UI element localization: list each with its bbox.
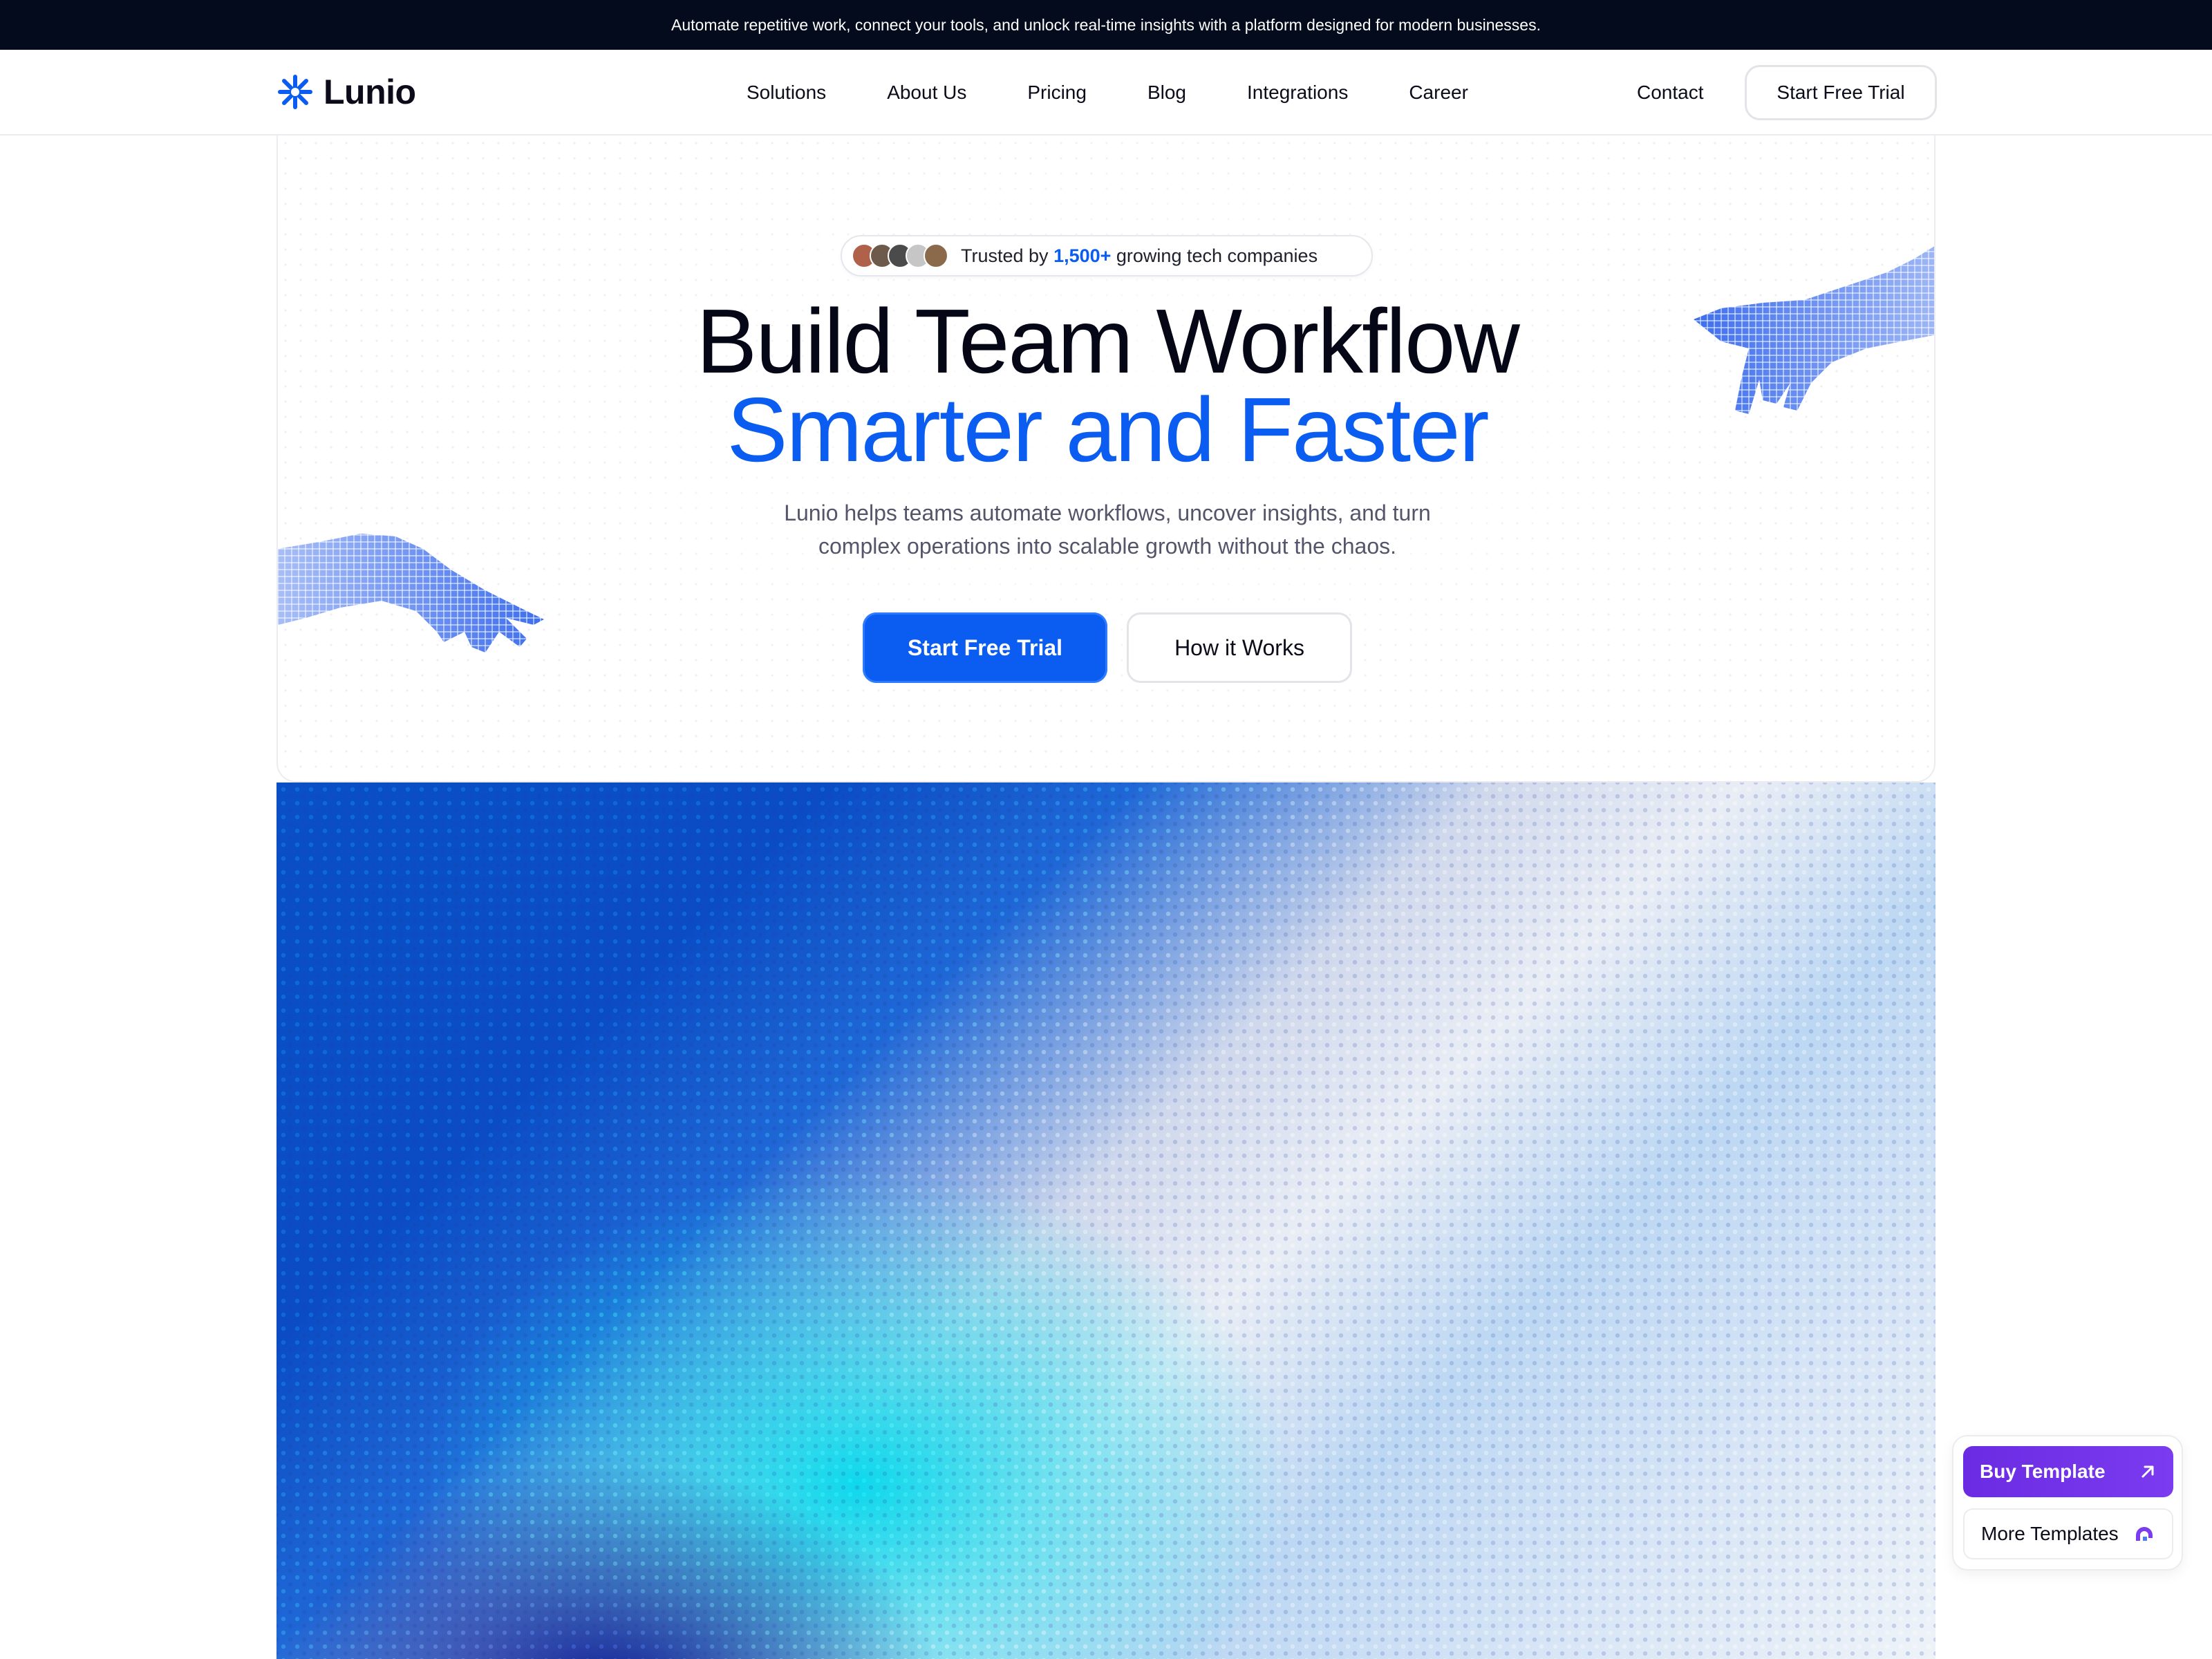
nav-integrations[interactable]: Integrations bbox=[1217, 82, 1378, 104]
start-free-trial-button[interactable]: Start Free Trial bbox=[863, 612, 1107, 683]
templates-logo-icon bbox=[2136, 1527, 2153, 1541]
nav-start-trial-button[interactable]: Start Free Trial bbox=[1745, 65, 1937, 120]
nav-solutions[interactable]: Solutions bbox=[716, 82, 856, 104]
buy-template-label: Buy Template bbox=[1980, 1461, 2106, 1482]
trusted-badge: Trusted by 1,500+ growing tech companies bbox=[841, 235, 1373, 276]
logo-star-icon bbox=[278, 75, 312, 109]
nav-career[interactable]: Career bbox=[1378, 82, 1499, 104]
more-templates-button[interactable]: More Templates bbox=[1963, 1508, 2173, 1559]
buy-template-button[interactable]: Buy Template bbox=[1963, 1446, 2173, 1497]
gradient-dot-highlight bbox=[276, 782, 1936, 1659]
template-widget: Buy Template More Templates bbox=[1952, 1435, 2183, 1571]
navbar: Lunio Solutions About Us Pricing Blog In… bbox=[0, 50, 2212, 135]
how-it-works-button[interactable]: How it Works bbox=[1127, 612, 1352, 683]
hero-title-line1: Build Team Workflow bbox=[696, 290, 1520, 392]
announcement-text: Automate repetitive work, connect your t… bbox=[671, 15, 1541, 34]
nav-links: Solutions About Us Pricing Blog Integrat… bbox=[716, 50, 1499, 135]
brand-name: Lunio bbox=[324, 73, 416, 111]
avatar-stack bbox=[852, 243, 948, 268]
trusted-text: Trusted by 1,500+ growing tech companies bbox=[961, 245, 1318, 266]
trusted-count: 1,500+ bbox=[1053, 245, 1112, 266]
nav-about-us[interactable]: About Us bbox=[856, 82, 997, 104]
hero-subtitle-line1: Lunio helps teams automate workflows, un… bbox=[784, 500, 1431, 525]
more-templates-label: More Templates bbox=[1981, 1523, 2119, 1544]
hero-section: Trusted by 1,500+ growing tech companies… bbox=[276, 135, 1936, 782]
nav-pricing[interactable]: Pricing bbox=[997, 82, 1117, 104]
avatar bbox=[924, 243, 948, 268]
hero-title-line2: Smarter and Faster bbox=[727, 379, 1489, 480]
hero-gradient-visual bbox=[276, 782, 1936, 1659]
arrow-up-right-icon bbox=[2141, 1465, 2154, 1478]
nav-blog[interactable]: Blog bbox=[1117, 82, 1217, 104]
nav-contact[interactable]: Contact bbox=[1637, 50, 1704, 135]
announcement-bar: Automate repetitive work, connect your t… bbox=[0, 0, 2212, 50]
logo[interactable]: Lunio bbox=[276, 71, 416, 113]
hero-subtitle-line2: complex operations into scalable growth … bbox=[818, 534, 1397, 559]
